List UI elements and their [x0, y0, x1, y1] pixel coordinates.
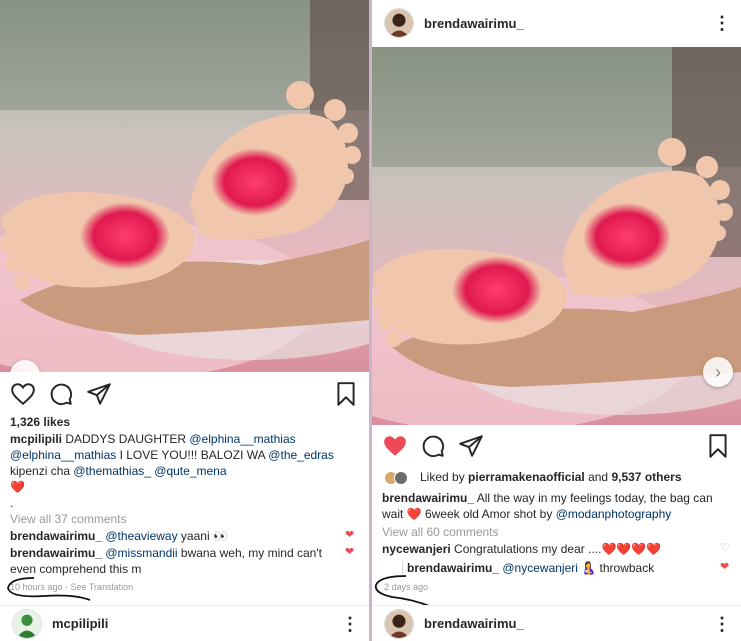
likes-count[interactable]: 1,326 likes [10, 414, 362, 430]
baby-feet-photo [0, 0, 369, 372]
right-post: brendawairimu_ ⋮ › Liked by pierramakena… [372, 0, 741, 641]
avatar[interactable] [384, 608, 414, 639]
view-all-comments-link[interactable]: View all 37 comments [10, 511, 362, 527]
post-username[interactable]: brendawairimu_ [424, 616, 713, 631]
post-username[interactable]: brendawairimu_ [424, 16, 713, 31]
baby-feet-photo [372, 47, 741, 425]
next-post-header: mcpilipili ⋮ [0, 605, 369, 641]
post-caption: brendawairimu_ All the way in my feeling… [382, 490, 734, 522]
caption-text: DADDYS DAUGHTER [62, 432, 190, 446]
caption-mention[interactable]: @themathias_ [73, 464, 151, 478]
post-header: brendawairimu_ ⋮ [372, 0, 741, 46]
liked-by-mid: and [584, 470, 612, 484]
comment-item: brendawairimu_ @missmandii bwana weh, my… [10, 545, 340, 577]
caption-dot: . [10, 496, 14, 510]
caption-mention[interactable]: @the_edras [268, 448, 334, 462]
like-heart-icon[interactable] [10, 381, 36, 407]
more-options-icon[interactable]: ⋮ [713, 615, 731, 633]
share-icon[interactable] [86, 381, 112, 407]
caption-heart: ❤️ [10, 480, 25, 494]
action-bar [0, 374, 369, 414]
more-options-icon[interactable]: ⋮ [341, 615, 359, 633]
liked-by-avatars [384, 470, 414, 485]
bookmark-icon[interactable] [333, 381, 359, 407]
caption-username[interactable]: mcpilipili [10, 432, 62, 446]
comment-item: nycewanjeri Congratulations my dear ....… [382, 541, 712, 557]
reply-mention[interactable]: @nycewanjeri [502, 561, 578, 575]
comment-mention[interactable]: @missmandii [105, 546, 177, 560]
comment-username[interactable]: brendawairimu_ [10, 529, 102, 543]
liked-by-prefix: Liked by [420, 470, 469, 484]
comment-icon[interactable] [48, 381, 74, 407]
post-timestamp: 10 hours ago · See Translation [10, 582, 134, 592]
post-photo[interactable]: › [372, 47, 741, 425]
view-all-comments-link[interactable]: View all 60 comments [382, 524, 734, 540]
timestamp-text: 10 hours ago [10, 582, 63, 592]
avatar[interactable] [384, 8, 414, 38]
comment-item: brendawairimu_ @theavieway yaani 👀 [10, 528, 340, 544]
comment-like-heart-icon[interactable]: ♡ [720, 541, 730, 554]
liked-by-count[interactable]: 9,537 others [611, 470, 681, 484]
reply-username[interactable]: brendawairimu_ [407, 561, 499, 575]
liked-by-line: Liked by pierramakenaofficial and 9,537 … [384, 469, 736, 485]
more-options-icon[interactable]: ⋮ [713, 14, 731, 32]
caption-mention[interactable]: @elphina__mathias [189, 432, 295, 446]
caption-mention[interactable]: @qute_mena [154, 464, 226, 478]
see-translation-link[interactable]: See Translation [71, 582, 134, 592]
comment-text: Congratulations my dear ....❤️❤️❤️❤️ [450, 542, 662, 556]
comment-like-heart-icon[interactable]: ❤ [720, 560, 729, 573]
caption-text: I LOVE YOU!!! BALOZI WA [116, 448, 269, 462]
comment-icon[interactable] [420, 433, 446, 459]
caption-mention[interactable]: @modanphotography [556, 507, 672, 521]
comment-like-heart-icon[interactable]: ❤ [345, 545, 354, 558]
caption-text: kipenzi cha [10, 464, 74, 478]
reply-item: brendawairimu_ @nycewanjeri 🤱 throwback [402, 560, 712, 576]
comment-like-heart-icon[interactable]: ❤ [345, 528, 354, 541]
post-timestamp: 2 days ago [384, 582, 429, 592]
comment-text: yaani 👀 [177, 529, 228, 543]
bookmark-icon[interactable] [705, 433, 731, 459]
post-username[interactable]: mcpilipili [52, 616, 341, 631]
post-caption: mcpilipili DADDYS DAUGHTER @elphina__mat… [10, 431, 362, 511]
avatar[interactable] [12, 608, 42, 639]
comment-username[interactable]: nycewanjeri [382, 542, 451, 556]
post-photo[interactable]: ‹ [0, 0, 369, 372]
share-icon[interactable] [458, 433, 484, 459]
liked-heart-icon[interactable] [382, 433, 408, 459]
reply-text: 🤱 throwback [577, 561, 655, 575]
comment-username[interactable]: brendawairimu_ [10, 546, 102, 560]
next-photo-icon[interactable]: › [703, 357, 733, 387]
comment-mention[interactable]: @theavieway [105, 529, 177, 543]
next-post-header: brendawairimu_ ⋮ [372, 605, 741, 641]
caption-username[interactable]: brendawairimu_ [382, 491, 474, 505]
left-post: ‹ 1,326 likes mcpilipili DADDYS DAUGHTER… [0, 0, 369, 641]
action-bar [372, 426, 741, 466]
liked-by-user[interactable]: pierramakenaofficial [468, 470, 585, 484]
caption-mention[interactable]: @elphina__mathias [10, 448, 116, 462]
